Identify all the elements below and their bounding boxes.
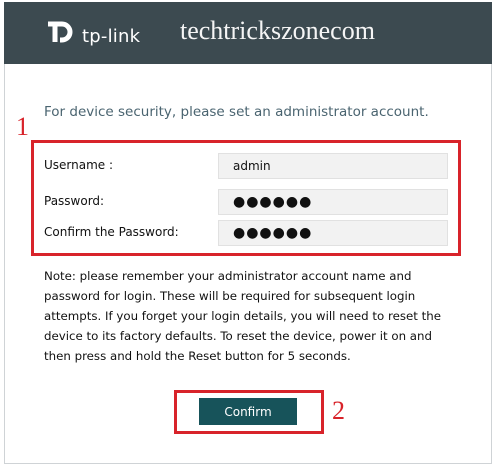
header-bar: tp-link techtrickszonecom	[4, 2, 492, 64]
username-label: Username :	[44, 158, 114, 172]
annotation-2: 2	[332, 396, 345, 425]
tp-link-logo: tp-link	[44, 16, 184, 52]
confirm-password-label: Confirm the Password:	[44, 225, 179, 239]
password-label: Password:	[44, 194, 105, 208]
confirm-password-field[interactable]: ●●●●●●	[218, 220, 448, 246]
brand-name: tp-link	[82, 26, 141, 47]
tp-link-logo-icon	[48, 21, 73, 43]
annotation-1: 1	[16, 112, 29, 141]
intro-text: For device security, please set an admin…	[44, 104, 429, 120]
confirm-button[interactable]: Confirm	[199, 398, 297, 425]
watermark-text: techtrickszonecom	[180, 16, 375, 45]
username-field[interactable]: admin	[218, 153, 448, 179]
note-text: Note: please remember your administrator…	[44, 269, 441, 363]
password-field[interactable]: ●●●●●●	[218, 189, 448, 215]
